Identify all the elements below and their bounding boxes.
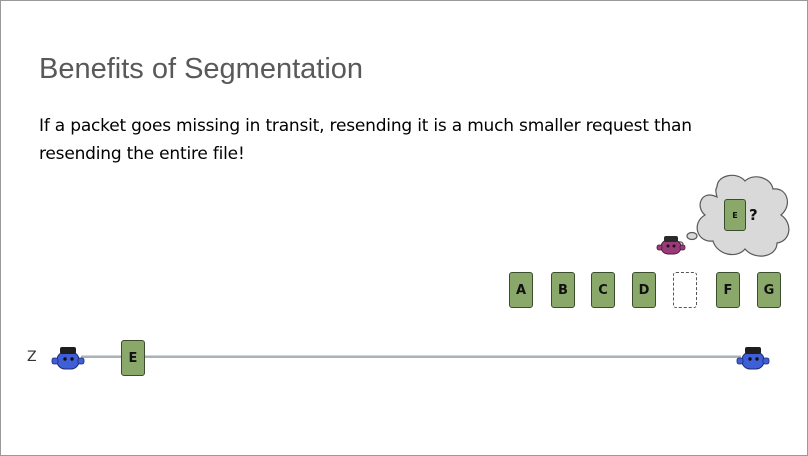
thought-packet: E bbox=[724, 199, 746, 231]
thought-cloud-icon bbox=[676, 174, 790, 257]
question-mark: ? bbox=[749, 206, 758, 224]
packet-a: A bbox=[509, 272, 533, 308]
receiver-robot-icon bbox=[736, 347, 770, 370]
network-link bbox=[81, 355, 741, 358]
packet-f: F bbox=[716, 272, 740, 308]
missing-packet-slot bbox=[673, 272, 697, 308]
packet-b: B bbox=[551, 272, 575, 308]
packet-g: G bbox=[757, 272, 781, 308]
node-label: Z bbox=[27, 349, 37, 365]
slide: Benefits of Segmentation If a packet goe… bbox=[0, 0, 808, 456]
packet-c: C bbox=[591, 272, 615, 308]
sender-robot-icon bbox=[51, 347, 85, 370]
thinking-robot-icon bbox=[656, 236, 686, 255]
packet-d: D bbox=[632, 272, 656, 308]
in-transit-packet: E bbox=[121, 340, 145, 376]
